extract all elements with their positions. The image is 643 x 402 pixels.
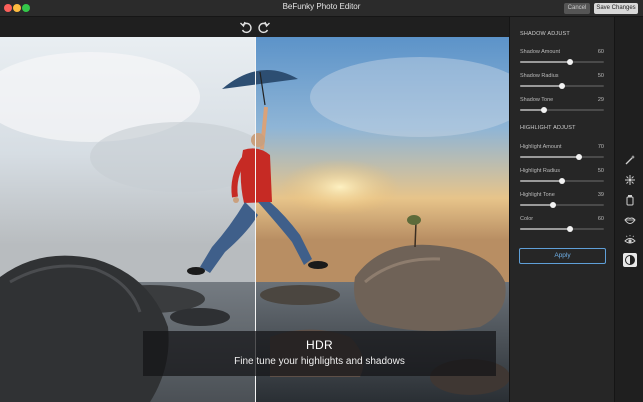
highlight-amount-label: Highlight Amount [520, 144, 562, 150]
eye-icon[interactable] [624, 234, 636, 246]
redo-icon[interactable] [257, 20, 271, 34]
highlight-section-title: HIGHLIGHT ADJUST [520, 125, 576, 131]
highlight-amount-slider[interactable] [520, 154, 604, 160]
shadow-amount-slider[interactable] [520, 59, 604, 65]
shadow-radius-slider[interactable] [520, 83, 604, 89]
color-label: Color [520, 216, 534, 222]
highlight-amount-value: 70 [597, 144, 604, 150]
highlight-radius-label: Highlight Radius [520, 168, 561, 174]
slider-fill [520, 156, 579, 158]
slider-fill [520, 85, 562, 87]
slider-thumb[interactable] [541, 107, 548, 113]
highlight-tone-label: Highlight Tone [520, 192, 555, 198]
slider-thumb[interactable] [575, 154, 582, 160]
shadow-radius-label: Shadow Radius [520, 73, 559, 79]
highlight-tone-slider[interactable] [520, 202, 604, 208]
tube-icon[interactable] [624, 194, 636, 206]
highlight-radius-value: 50 [597, 168, 604, 174]
tool-icon-bar [614, 17, 643, 402]
slider-thumb[interactable] [567, 59, 574, 65]
hdr-tool-button[interactable] [623, 253, 637, 267]
app-title: BeFunky Photo Editor [282, 2, 361, 11]
sparkle-icon[interactable] [624, 174, 636, 186]
caption-subtitle: Fine tune your highlights and shadows [234, 356, 405, 367]
photo-canvas[interactable]: HDR Fine tune your highlights and shadow… [0, 37, 509, 402]
slider-thumb[interactable] [549, 202, 556, 208]
highlight-radius-slider[interactable] [520, 178, 604, 184]
undo-icon[interactable] [239, 20, 253, 34]
magic-wand-icon[interactable] [624, 154, 636, 166]
caption-title: HDR [306, 338, 333, 352]
canvas-toolbar [0, 17, 509, 37]
slider-fill [520, 61, 571, 63]
save-changes-button[interactable]: Save Changes [594, 3, 638, 14]
shadow-tone-slider[interactable] [520, 107, 604, 113]
slider-fill [520, 228, 571, 230]
slider-thumb[interactable] [559, 178, 565, 184]
shadow-amount-value: 60 [597, 49, 604, 55]
highlight-tone-value: 39 [597, 192, 604, 198]
slider-thumb[interactable] [567, 226, 574, 232]
adjust-panel: SHADOW ADJUST Shadow Amount 60 Shadow Ra… [509, 17, 614, 402]
shadow-tone-label: Shadow Tone [520, 97, 554, 103]
lips-icon[interactable] [624, 214, 636, 226]
apply-button[interactable]: Apply [519, 248, 606, 264]
shadow-radius-value: 50 [597, 73, 604, 79]
cancel-button[interactable]: Cancel [564, 3, 590, 14]
contrast-icon [625, 255, 635, 265]
color-slider[interactable] [520, 226, 604, 232]
slider-fill [520, 204, 553, 206]
shadow-section-title: SHADOW ADJUST [520, 31, 570, 37]
slider-fill [520, 180, 562, 182]
color-value: 60 [597, 216, 604, 222]
slider-thumb[interactable] [559, 83, 565, 89]
title-bar: BeFunky Photo Editor Cancel Save Changes [0, 0, 643, 17]
feature-caption: HDR Fine tune your highlights and shadow… [143, 331, 496, 376]
shadow-amount-label: Shadow Amount [520, 49, 561, 55]
shadow-tone-value: 29 [597, 97, 604, 103]
